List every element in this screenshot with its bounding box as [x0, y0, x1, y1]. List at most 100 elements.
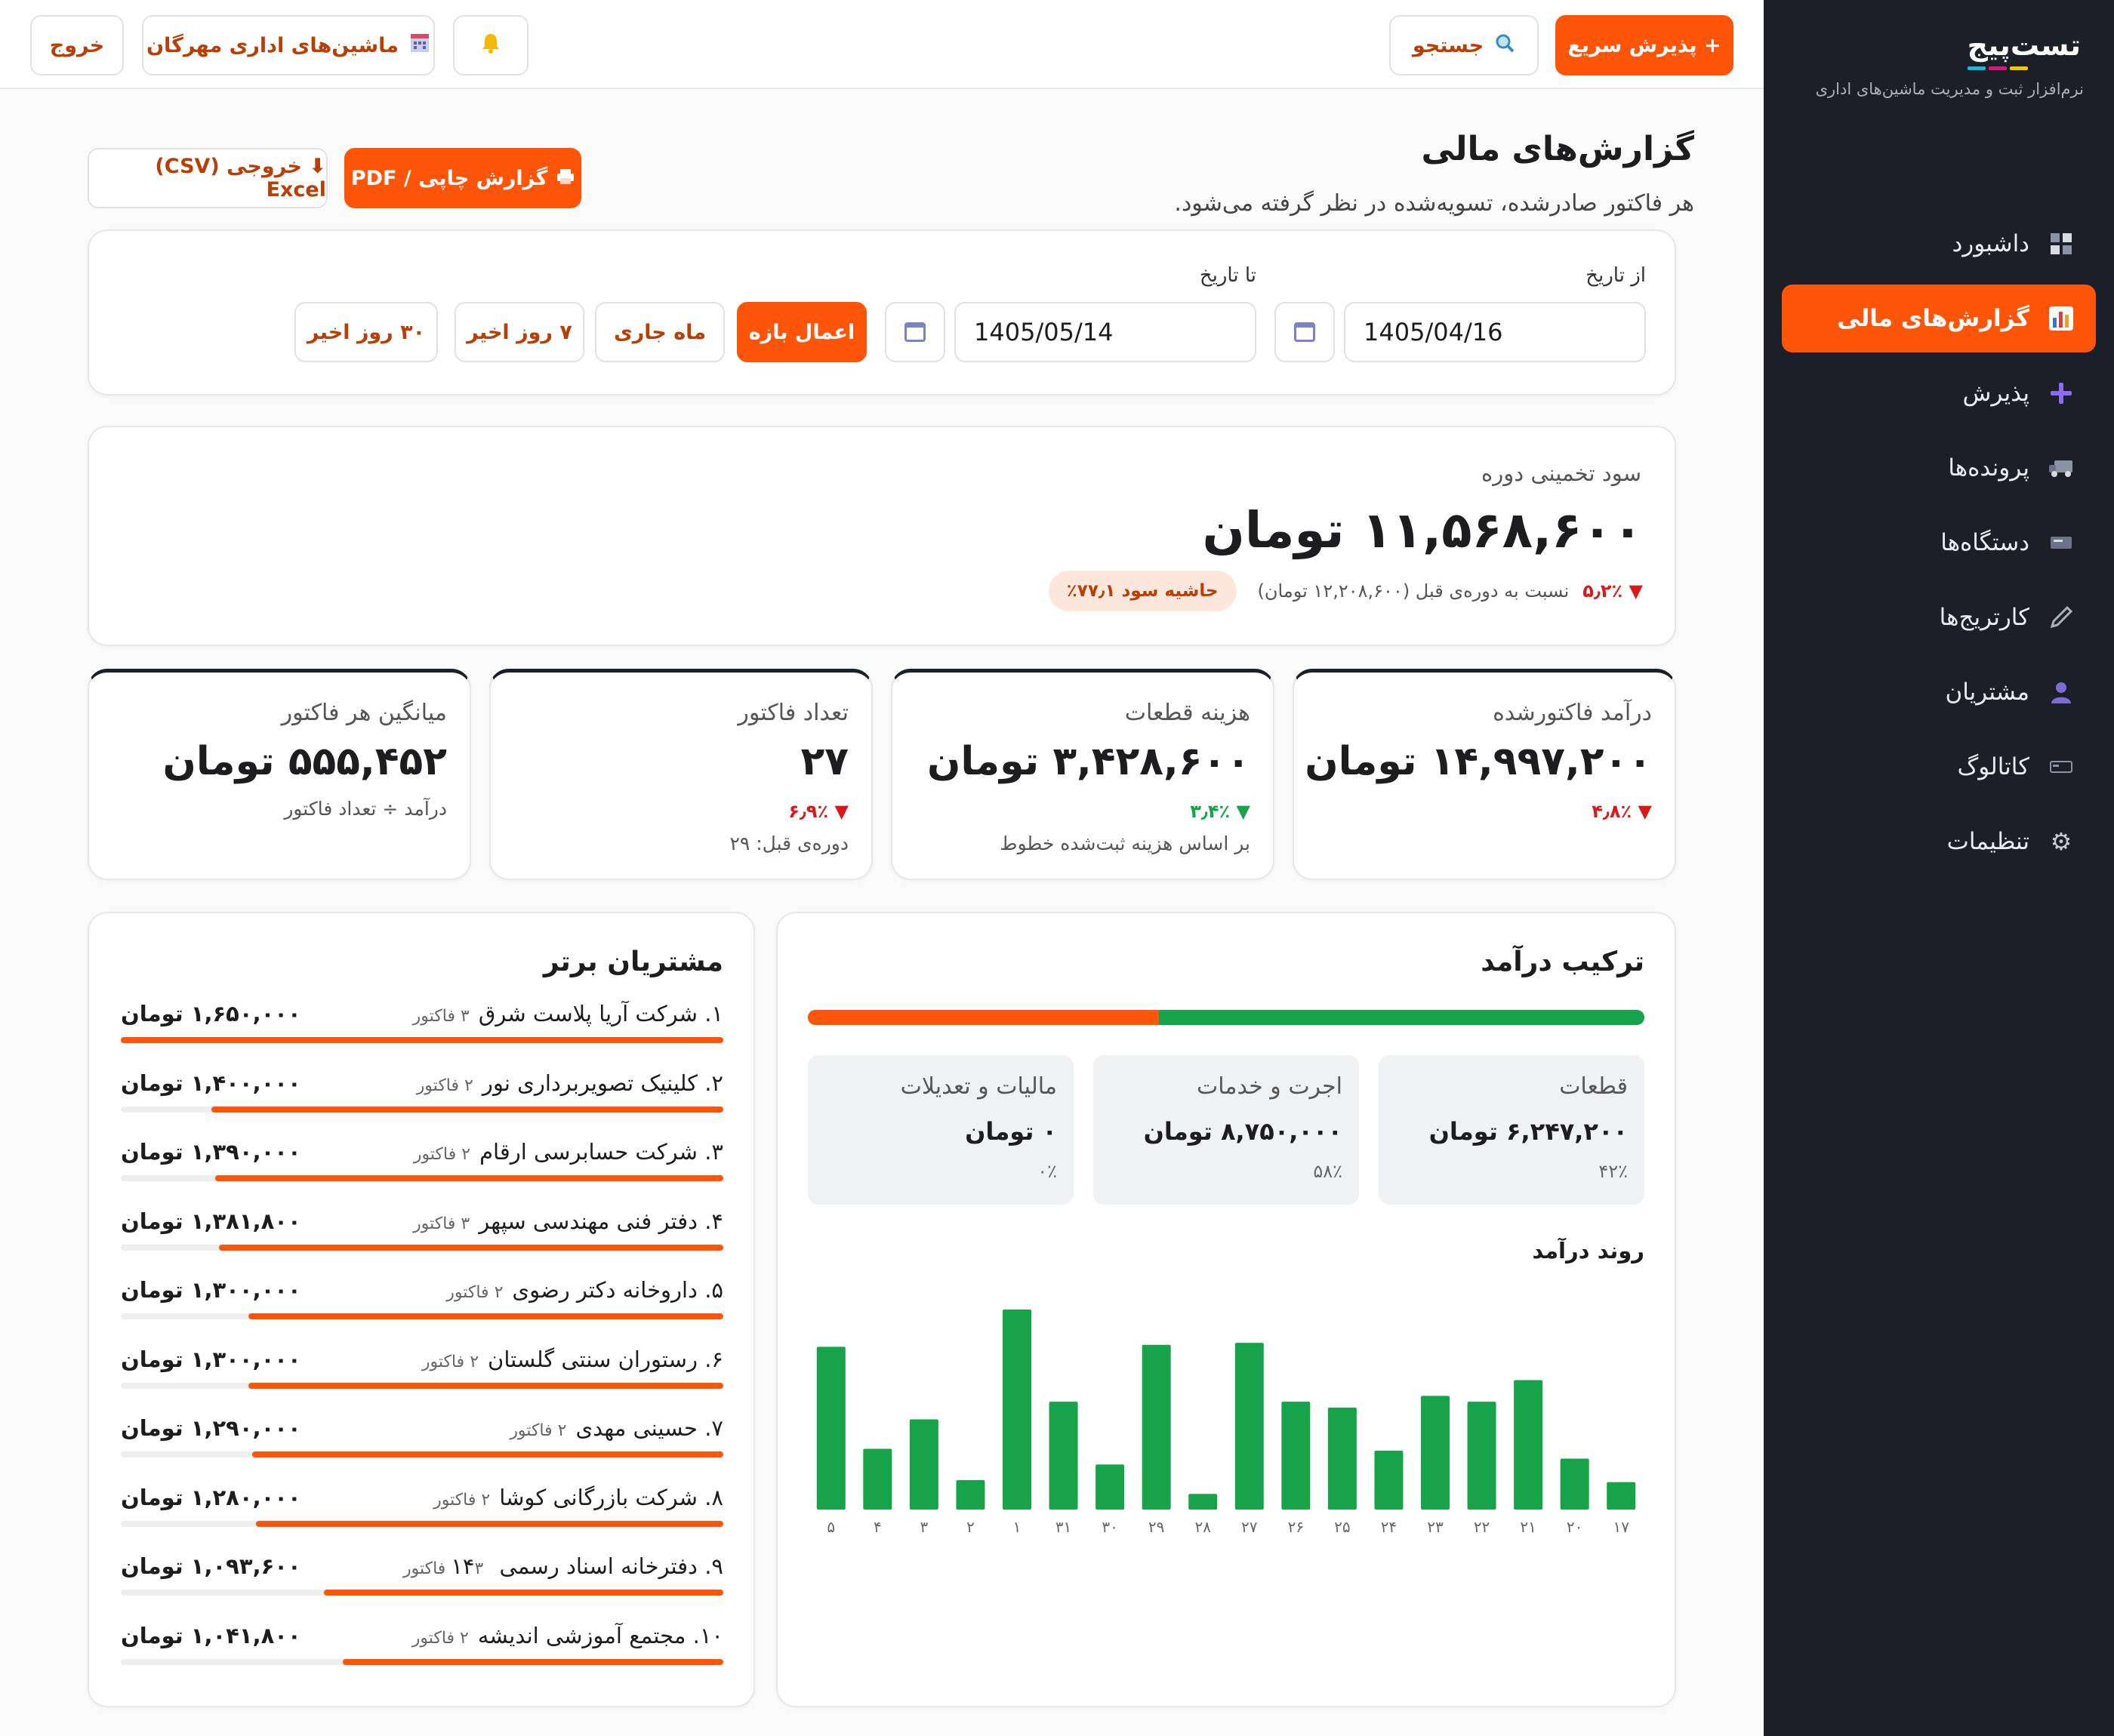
top-customer-row[interactable]: ۶. رستوران سنتی گلستان ۲ فاکتور ۱,۳۰۰,۰۰۰ …: [121, 1347, 723, 1415]
revenue-bar[interactable]: [1142, 1344, 1171, 1510]
top-customer-row[interactable]: ۱. شرکت آریا پلاست شرق ۳ فاکتور ۱,۶۵۰,۰۰۰ …: [121, 1001, 723, 1070]
profit-delta: ▼ ۵٫۲٪: [1582, 580, 1643, 602]
customer-share-fill: [248, 1313, 723, 1319]
customer-amount: ۱,۰۹۳,۶۰۰ تومان: [121, 1553, 301, 1579]
revenue-bar[interactable]: [863, 1448, 892, 1510]
sidebar-item-catalog[interactable]: کاتالوگ: [1782, 733, 2096, 801]
revenue-bar[interactable]: [1607, 1482, 1636, 1510]
search-button[interactable]: جستجو: [1389, 15, 1539, 75]
print-report-button[interactable]: گزارش چاپی / PDF: [344, 148, 581, 208]
revenue-bar[interactable]: [1049, 1402, 1078, 1510]
customer-name: ۱. شرکت آریا پلاست شرق ۳ فاکتور: [413, 1001, 723, 1027]
customer-invoice-count: ۲ فاکتور: [413, 1145, 471, 1164]
sidebar-item-customers[interactable]: مشتریان: [1782, 658, 2096, 726]
company-button[interactable]: ماشین‌های اداری مهرگان: [142, 15, 435, 75]
customer-share-track: [121, 1382, 723, 1389]
revenue-bar[interactable]: [1514, 1380, 1543, 1510]
customer-name-text: ۱. شرکت آریا پلاست شرق: [478, 1001, 723, 1027]
topbar: + پذیرش سریع جستجو ماشین‌های اداری مهرگا…: [0, 0, 1764, 89]
dashboard-icon: [2048, 230, 2075, 257]
top-customer-row[interactable]: ۹. دفترخانه اسناد رسمی ۱۴۳ فاکتور ۱,۰۹۳,۶…: [121, 1553, 723, 1622]
app-logo[interactable]: تست‌پیج: [1967, 29, 2081, 70]
top-customer-row[interactable]: ۷. حسینی مهدی ۲ فاکتور ۱,۲۹۰,۰۰۰ تومان: [121, 1415, 723, 1484]
customer-amount: ۱,۳۸۱,۸۰۰ تومان: [121, 1208, 301, 1234]
apply-range-button[interactable]: اعمال بازه: [737, 302, 867, 362]
revenue-bar[interactable]: [1421, 1396, 1450, 1510]
building-icon: [409, 32, 430, 59]
to-date-calendar-button[interactable]: [885, 302, 945, 362]
revenue-x-tick-label: ۲۰: [1567, 1518, 1582, 1536]
kpi-label: هزینه قطعات: [1124, 700, 1250, 726]
mix-value: ۰ تومان: [965, 1117, 1057, 1146]
sidebar-item-label: کاتالوگ: [1957, 753, 2029, 780]
customer-amount: ۱,۰۴۱,۸۰۰ تومان: [121, 1622, 301, 1648]
customer-share-fill: [343, 1658, 723, 1665]
revenue-mix-parts-segment: [808, 1010, 1160, 1025]
sidebar-item-financial-reports[interactable]: گزارش‌های مالی: [1782, 285, 2096, 352]
mix-percent: ۴۲٪: [1598, 1161, 1628, 1182]
sidebar-item-label: داشبورد: [1952, 230, 2029, 257]
customer-name-text: ۵. داروخانه دکتر رضوی: [512, 1277, 723, 1303]
mix-value: ۸,۷۵۰,۰۰۰ تومان: [1143, 1117, 1342, 1146]
revenue-bar[interactable]: [1188, 1494, 1218, 1510]
revenue-bar[interactable]: [1327, 1407, 1357, 1510]
top-customer-row[interactable]: ۳. شرکت حسابرسی ارقام ۲ فاکتور ۱,۳۹۰,۰۰۰ ت…: [121, 1139, 723, 1208]
top-customer-row[interactable]: ۲. کلینیک تصویربرداری نور ۲ فاکتور ۱,۴۰۰,۰…: [121, 1070, 723, 1139]
sidebar-item-dashboard[interactable]: داشبورد: [1782, 210, 2096, 278]
revenue-mix-bar: [808, 1010, 1644, 1025]
revenue-bar[interactable]: [1374, 1451, 1404, 1510]
revenue-bar[interactable]: [909, 1419, 938, 1510]
profit-label: سود تخمینی دوره: [1481, 460, 1641, 486]
plus-icon: [2048, 380, 2075, 407]
top-customer-row[interactable]: ۸. شرکت بازرگانی کوشا ۲ فاکتور ۱,۲۸۰,۰۰۰ ت…: [121, 1485, 723, 1553]
page-subtitle: هر فاکتور صادرشده، تسویه‌شده در نظر گرفت…: [1174, 190, 1694, 217]
customer-share-fill: [255, 1520, 723, 1527]
mix-label: قطعات: [1559, 1073, 1628, 1100]
sidebar-item-devices[interactable]: دستگاه‌ها: [1782, 509, 2096, 577]
top-customer-row[interactable]: ۱۰. مجتمع آموزشی اندیشه ۲ فاکتور ۱,۰۴۱,۸۰۰…: [121, 1623, 723, 1691]
revenue-bar[interactable]: [1281, 1402, 1311, 1510]
quick-reception-button[interactable]: + پذیرش سریع: [1555, 15, 1733, 75]
profit-card: سود تخمینی دوره ۱۱,۵۶۸,۶۰۰ تومان ▼ ۵٫۲٪ …: [88, 426, 1676, 646]
customer-name-text: ۲. کلینیک تصویربرداری نور: [482, 1070, 723, 1096]
kpi-label: تعداد فاکتور: [738, 700, 849, 726]
current-month-button[interactable]: ماه جاری: [595, 302, 725, 362]
customer-amount: ۱,۲۸۰,۰۰۰ تومان: [121, 1484, 301, 1510]
customer-name-text: ۶. رستوران سنتی گلستان: [488, 1346, 723, 1372]
revenue-x-tick-label: ۲۵: [1334, 1518, 1350, 1536]
last-30-days-button[interactable]: ۳۰ روز اخیر: [294, 302, 438, 362]
sidebar-item-reception[interactable]: پذیرش: [1782, 359, 2096, 427]
kpi-label: درآمد فاکتورشده: [1493, 700, 1652, 726]
export-csv-button[interactable]: ⬇ خروجی (CSV) Excel: [88, 148, 328, 208]
revenue-bar[interactable]: [1467, 1402, 1496, 1510]
revenue-bar[interactable]: [1234, 1343, 1264, 1510]
customer-invoice-count: ۲ فاکتور: [433, 1490, 491, 1510]
revenue-bar[interactable]: [1096, 1464, 1125, 1510]
revenue-x-tick-label: ۳: [920, 1518, 929, 1536]
customer-amount: ۱,۳۰۰,۰۰۰ تومان: [121, 1277, 301, 1303]
sidebar-item-label: پذیرش: [1962, 380, 2029, 407]
top-customer-row[interactable]: ۴. دفتر فنی مهندسی سپهر ۳ فاکتور ۱,۳۸۱,۸۰۰…: [121, 1208, 723, 1277]
revenue-mix-title: ترکیب درآمد: [1481, 946, 1644, 977]
logout-button[interactable]: خروج: [30, 15, 124, 75]
sidebar-item-settings[interactable]: ⚙ تنظیمات: [1782, 808, 2096, 876]
customer-share-track: [121, 1520, 723, 1527]
logo-color-bars: [1967, 66, 2081, 70]
revenue-bar[interactable]: [1003, 1310, 1031, 1510]
sidebar-item-cases[interactable]: پرونده‌ها: [1782, 434, 2096, 502]
sidebar-item-cartridges[interactable]: کارتریج‌ها: [1782, 583, 2096, 651]
top-customer-row[interactable]: ۵. داروخانه دکتر رضوی ۲ فاکتور ۱,۳۰۰,۰۰۰ ت…: [121, 1277, 723, 1346]
revenue-bar[interactable]: [1560, 1458, 1589, 1510]
revenue-bar[interactable]: [816, 1347, 846, 1510]
revenue-bar[interactable]: [956, 1480, 985, 1510]
customer-name-text: ۹. دفترخانه اسناد رسمی ۱۴: [451, 1553, 723, 1579]
kpi-delta: ▼ ۶٫۹٪: [788, 801, 849, 822]
mix-card-tax: مالیات و تعدیلات ۰ تومان ۰٪: [808, 1055, 1074, 1205]
notifications-button[interactable]: [453, 15, 528, 75]
mix-card-labor: اجرت و خدمات ۸,۷۵۰,۰۰۰ تومان ۵۸٪: [1093, 1055, 1359, 1205]
from-date-input[interactable]: 1405/04/16: [1344, 302, 1646, 362]
last-7-days-button[interactable]: ۷ روز اخیر: [455, 302, 584, 362]
sidebar-item-label: کارتریج‌ها: [1939, 604, 2029, 631]
from-date-calendar-button[interactable]: [1274, 302, 1335, 362]
to-date-input[interactable]: 1405/05/14: [954, 302, 1256, 362]
